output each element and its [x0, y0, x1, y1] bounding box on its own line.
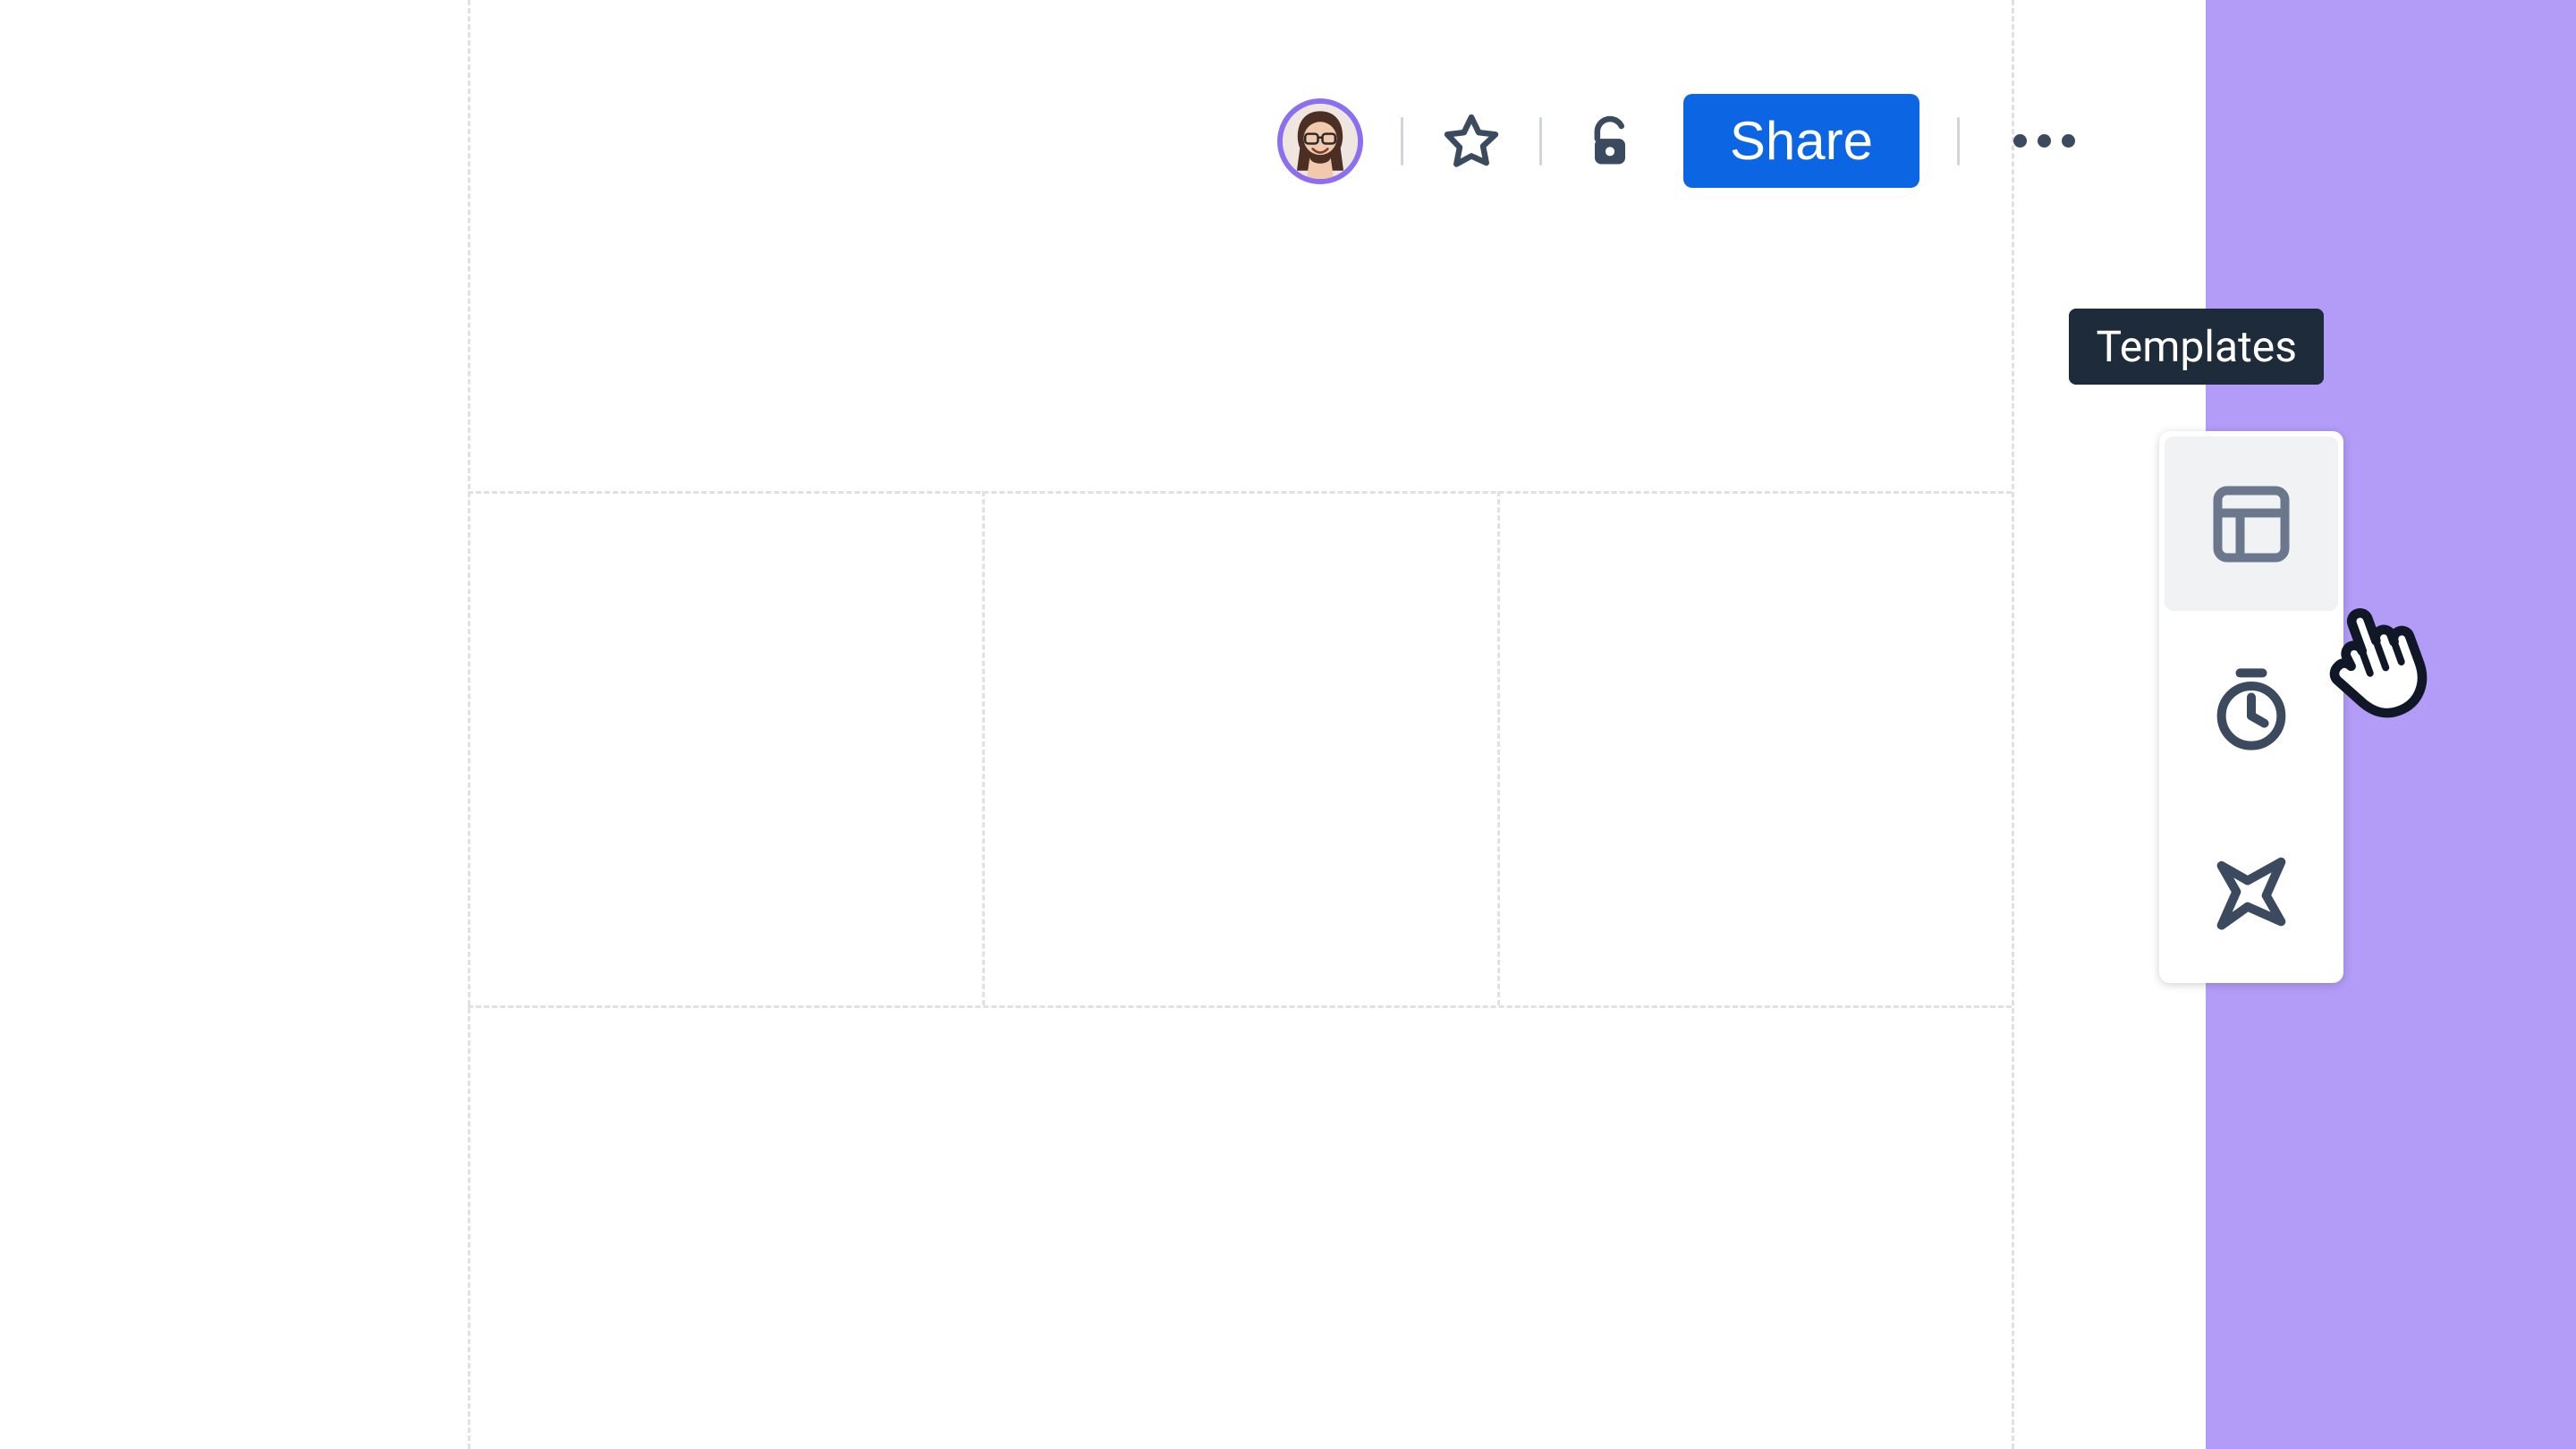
toolbar-separator [1401, 117, 1403, 165]
side-tool-panel [2159, 431, 2343, 983]
grid-hline [468, 491, 2012, 494]
templates-tooltip: Templates [2069, 309, 2324, 385]
toolbar-separator [1957, 117, 1960, 165]
user-avatar[interactable] [1277, 98, 1363, 184]
apps-button[interactable] [2159, 800, 2343, 983]
grid-vline [1497, 491, 1500, 1005]
grid-vline [982, 491, 985, 1005]
layout-icon [2207, 479, 2296, 569]
share-button[interactable]: Share [1683, 94, 1919, 188]
app-star-icon [2207, 847, 2296, 936]
more-horizontal-icon[interactable] [2003, 114, 2085, 168]
star-icon[interactable] [1441, 111, 1502, 172]
templates-button[interactable] [2165, 436, 2338, 611]
unlock-icon[interactable] [1580, 111, 1640, 172]
timer-button[interactable] [2159, 616, 2343, 800]
stopwatch-icon [2207, 664, 2296, 753]
toolbar-separator [1539, 117, 1542, 165]
avatar-illustration [1283, 104, 1358, 179]
page-toolbar: Share [0, 54, 2206, 228]
grid-hline [468, 1005, 2012, 1008]
